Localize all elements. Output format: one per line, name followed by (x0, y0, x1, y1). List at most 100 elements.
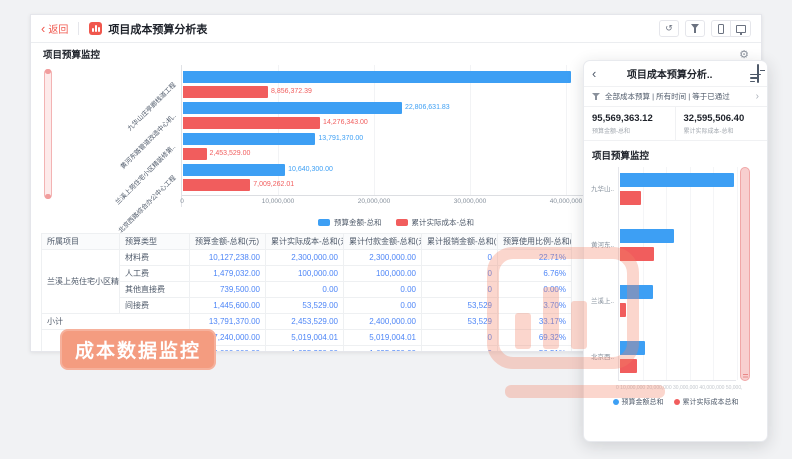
table-cell: 0 (422, 330, 498, 346)
table-cell: 2,300,000.00 (344, 250, 422, 266)
table-cell: 100,000.00 (266, 266, 344, 282)
actual-bar (620, 303, 626, 317)
legend-label: 累计实际成本-总和 (412, 217, 475, 228)
table-cell: 1,695,320.00 (344, 346, 422, 353)
table-cell: 22.71% (498, 250, 572, 266)
chevron-right-icon: › (756, 91, 759, 102)
gridline (374, 65, 375, 195)
actual-bar (620, 247, 654, 261)
gridline (690, 167, 691, 380)
panel-title: 项目成本预算分析.. (596, 66, 743, 81)
refresh-button[interactable]: ↺ (659, 20, 679, 37)
mobile-preview-button[interactable] (711, 20, 731, 37)
table-cell: 5,019,004.01 (266, 330, 344, 346)
mobile-preview-panel: ‹ 项目成本预算分析.. 全部成本预算 | 所有时间 | 等于已通过 › 95,… (583, 60, 768, 442)
panel-bar-chart: 0 10,000,000 20,000,000 30,000,000 40,00… (584, 165, 767, 417)
toolbar: ‹ 返回 项目成本预算分析表 ↺ (31, 15, 761, 43)
table-row: 间接费1,445,600.0053,529.000.0053,5293.70% (42, 298, 572, 314)
kpi-budget-value: 95,569,363.12 (592, 113, 667, 124)
legend-item[interactable]: 累计实际成本-总和 (396, 217, 475, 228)
panel-x-axis: 0 10,000,000 20,000,000 30,000,000 40,00… (616, 385, 742, 391)
category-label: 北京西.. (591, 351, 614, 361)
filter-text: 全部成本预算 | 所有时间 | 等于已通过 (605, 91, 751, 102)
legend-dot (613, 399, 619, 405)
legend-label: 预算金额总和 (622, 397, 664, 407)
panel-filter-bar[interactable]: 全部成本预算 | 所有时间 | 等于已通过 › (584, 87, 767, 107)
gridline (737, 167, 738, 380)
datazoom-slider[interactable] (44, 69, 52, 199)
x-tick-label: 30,000,000 (454, 198, 487, 205)
kpi-row: 95,569,363.12 预算金额-总和 32,595,506.40 累计实际… (584, 107, 767, 141)
legend-item[interactable]: 累计实际成本总和 (674, 397, 739, 407)
table-cell: 小计 (42, 314, 190, 330)
table-cell: 33.17% (498, 314, 572, 330)
budget-bar-label: 13,791,370.00 (318, 133, 363, 145)
kpi-budget: 95,569,363.12 预算金额-总和 (584, 107, 676, 140)
calendar-button[interactable] (757, 65, 759, 83)
table-cell: 5,019,004.01 (344, 330, 422, 346)
filter-button[interactable] (685, 20, 705, 37)
category-label: 九华山.. (591, 183, 614, 193)
main-plot-area: 010,000,00020,000,00030,000,00040,000,00… (181, 65, 569, 207)
gear-icon[interactable]: ⚙ (739, 48, 749, 61)
mobile-preview-icon (718, 24, 724, 34)
table-cell: 0.00 (344, 282, 422, 298)
category-label: 黄河东路管道改造中心机.. (117, 110, 177, 170)
budget-bar (620, 341, 645, 355)
panel-plot-area (618, 167, 736, 381)
panel-scrollbar[interactable] (740, 167, 750, 381)
column-header: 累计报销金额-总和(元) (422, 234, 498, 250)
back-button[interactable]: ‹ 返回 (41, 21, 68, 36)
table-cell: 69.32% (498, 330, 572, 346)
actual-bar (620, 359, 637, 373)
table-row: 兰溪上苑住宅小区精装修第...材料费10,127,238.002,300,000… (42, 250, 572, 266)
table-cell: 材料费 (120, 250, 190, 266)
gridline (470, 65, 471, 195)
table-cell: 13,791,370.00 (190, 314, 266, 330)
legend-item[interactable]: 预算金额-总和 (318, 217, 382, 228)
view-toggle (711, 20, 751, 37)
table-cell: 1,479,032.00 (190, 266, 266, 282)
table-cell: 53,529 (422, 298, 498, 314)
column-header: 预算金额-总和(元) (190, 234, 266, 250)
actual-bar (183, 86, 268, 98)
actual-bar (183, 148, 207, 160)
column-header: 累计实际成本-总和(元) (266, 234, 344, 250)
budget-bar (183, 133, 315, 145)
gridline (713, 167, 714, 380)
table-row: 小计13,791,370.002,453,529.002,400,000.005… (42, 314, 572, 330)
panel-legend: 预算金额总和累计实际成本总和 (584, 397, 767, 407)
table-cell: 2,453,529.00 (266, 314, 344, 330)
table-cell: 0 (422, 282, 498, 298)
budget-bar (620, 285, 653, 299)
gridline (666, 167, 667, 380)
kpi-actual: 32,595,506.40 累计实际成本-总和 (676, 107, 768, 140)
table-cell: 其他直接费 (120, 282, 190, 298)
desktop-preview-button[interactable] (731, 20, 751, 37)
kpi-actual-value: 32,595,506.40 (684, 113, 760, 124)
table-cell: 100,000.00 (344, 266, 422, 282)
table-cell: 间接费 (120, 298, 190, 314)
legend-item[interactable]: 预算金额总和 (613, 397, 664, 407)
table-cell: 56.51% (498, 346, 572, 353)
budget-bar-label: 22,806,631.83 (405, 102, 450, 114)
panel-header: ‹ 项目成本预算分析.. (584, 61, 767, 87)
column-header: 预算使用比例-总和(%) (498, 234, 572, 250)
back-label: 返回 (48, 21, 68, 36)
back-chevron-icon: ‹ (41, 24, 45, 34)
table-row: 人工费1,479,032.00100,000.00100,000.0006.76… (42, 266, 572, 282)
actual-bar (620, 191, 641, 205)
actual-bar-label: 14,276,343.00 (323, 117, 368, 129)
desktop-preview-icon (736, 25, 746, 33)
table-cell: 739,500.00 (190, 282, 266, 298)
table-cell: 0 (422, 250, 498, 266)
budget-bar (620, 229, 674, 243)
table-cell: 2,300,000.00 (266, 250, 344, 266)
budget-bar (183, 164, 285, 176)
kpi-actual-label: 累计实际成本-总和 (684, 126, 760, 135)
actual-bar-label: 2,453,529.00 (210, 148, 251, 160)
legend-swatch (318, 219, 330, 226)
actual-bar-label: 8,856,372.39 (271, 86, 312, 98)
legend-label: 预算金额-总和 (334, 217, 382, 228)
category-label: 兰溪上.. (591, 295, 614, 305)
